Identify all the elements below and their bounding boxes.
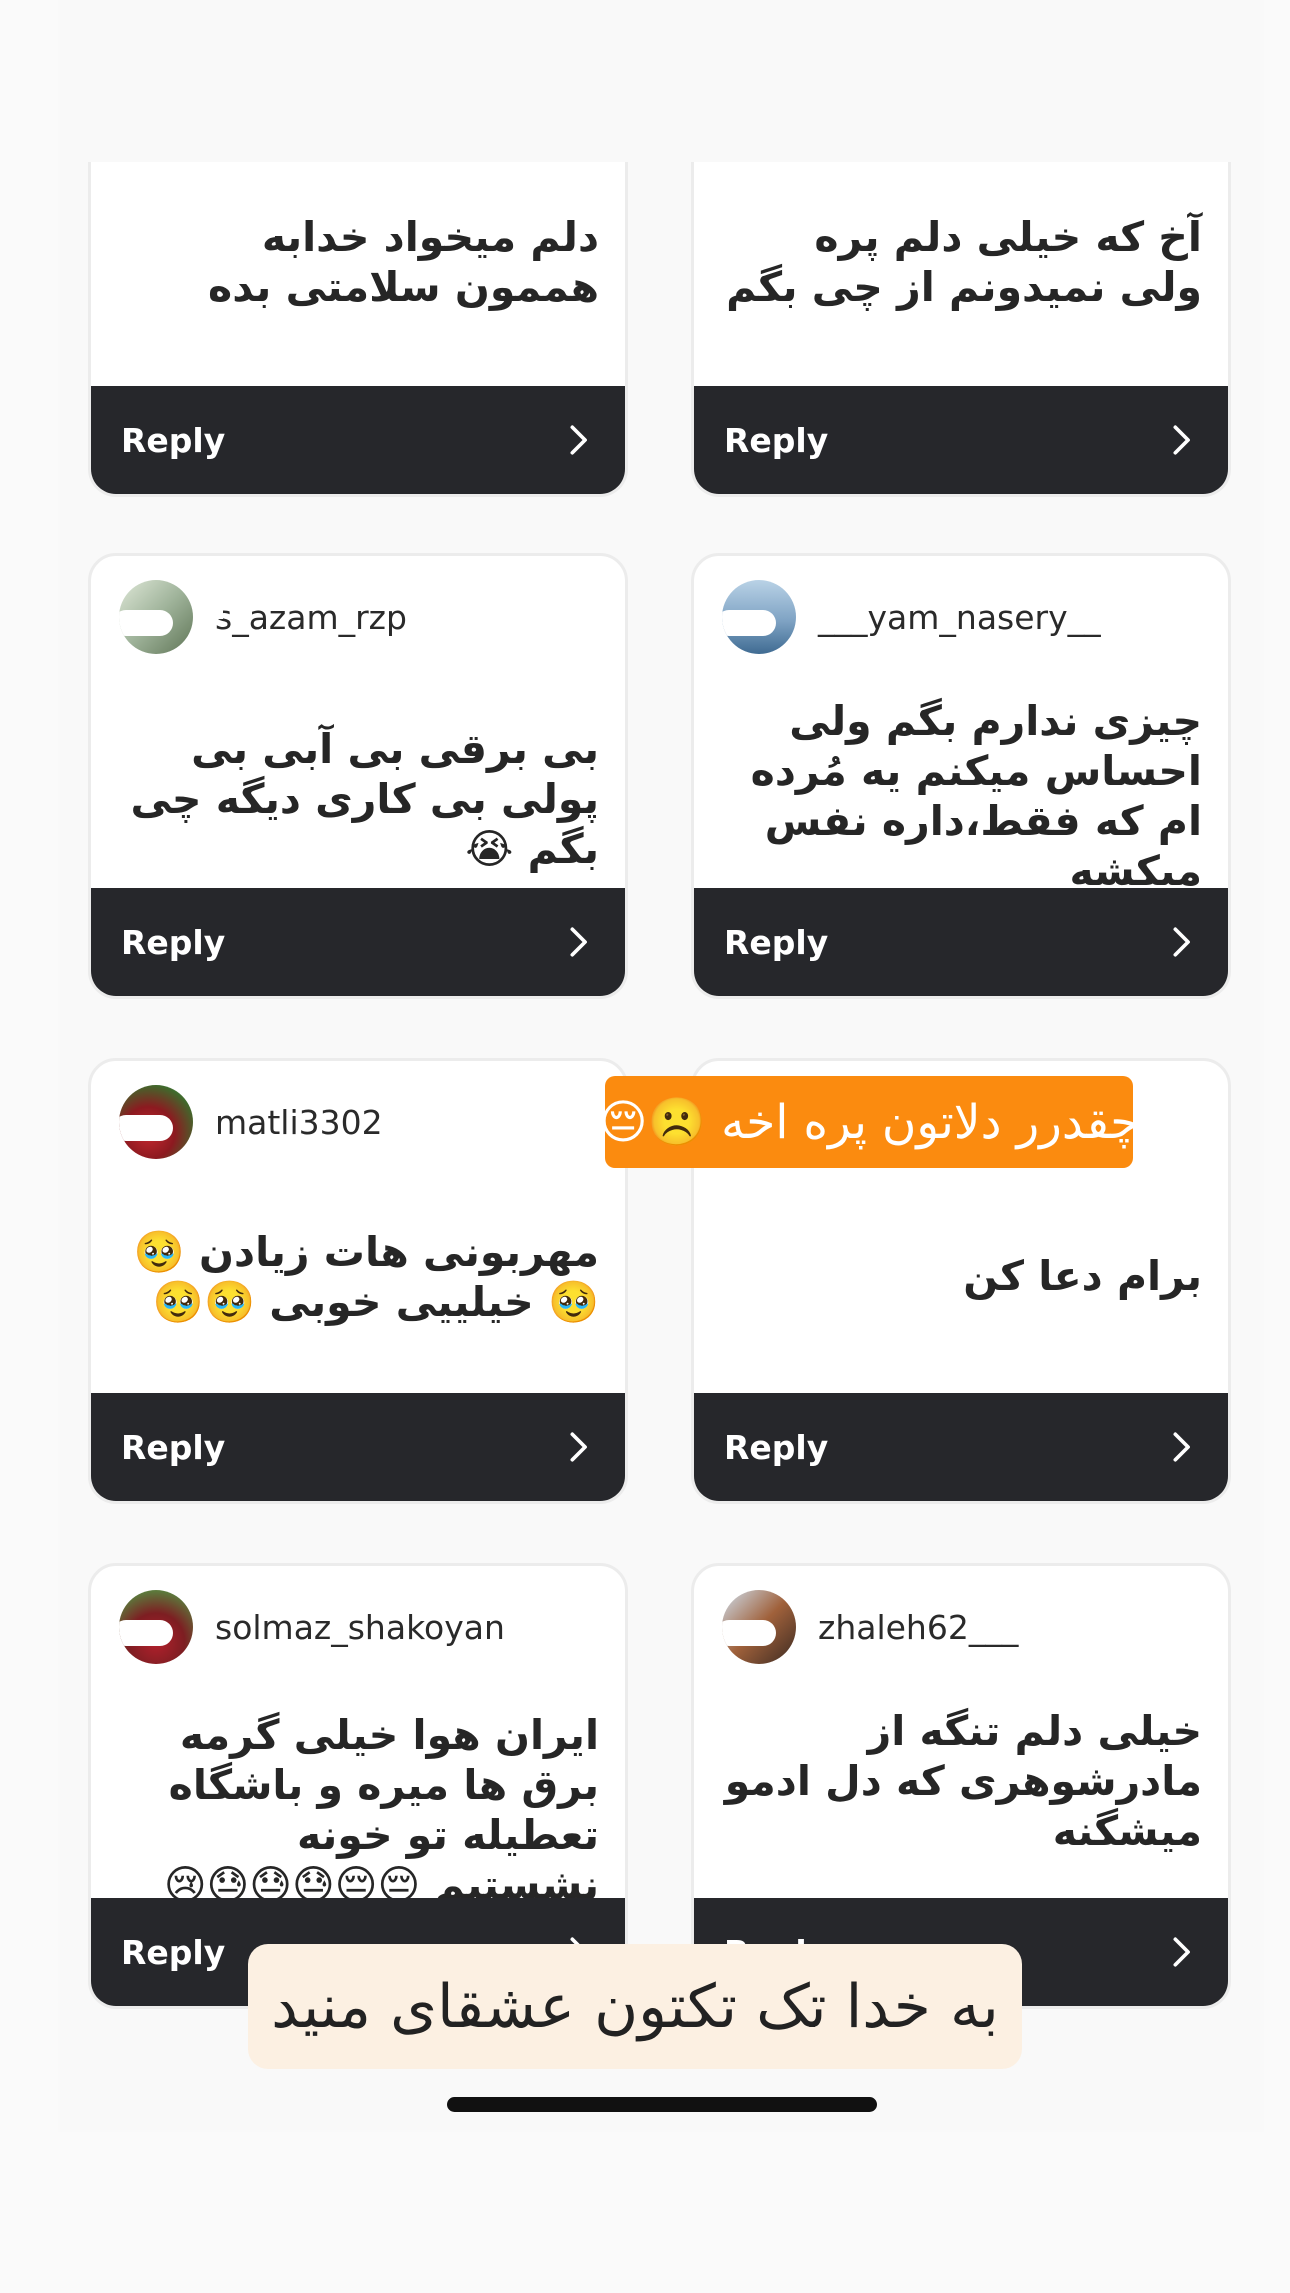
user-avatar[interactable] <box>722 1590 796 1664</box>
chevron-right-icon <box>570 425 587 455</box>
reply-label: Reply <box>724 1427 829 1467</box>
username: matli3302 <box>215 1102 383 1142</box>
user-avatar[interactable] <box>722 580 796 654</box>
card-message: چیزی ندارم بگم ولی احساس میکنم یه مُرده … <box>750 697 1202 895</box>
question-card: matli3302 مهربونی هات زیادن 🥹🥹 خیلییی خو… <box>88 1058 628 1504</box>
card-message: مهربونی هات زیادن 🥹🥹 خیلییی خوبی 🥹🥹 <box>133 1228 599 1326</box>
chevron-right-icon <box>1173 425 1190 455</box>
card-user[interactable]: matli3302 <box>119 1085 383 1159</box>
user-avatar[interactable] <box>119 1085 193 1159</box>
card-message: آخ که خیلی دلم پره ولی نمیدونم از چی بگم <box>726 213 1202 311</box>
username: solmaz_shakoyan <box>215 1607 505 1647</box>
chevron-right-icon <box>1173 1937 1190 1967</box>
question-card: zhaleh62___ خیلی دلم تنگه از مادرشوهری ک… <box>691 1563 1231 2009</box>
chevron-right-icon <box>1173 1432 1190 1462</box>
reply-label: Reply <box>121 922 226 962</box>
username: s_azam_rzp <box>205 596 407 634</box>
reply-button[interactable]: Reply <box>91 386 625 494</box>
question-card: ___yam_nasery__ چیزی ندارم بگم ولی احساس… <box>691 553 1231 999</box>
reply-label: Reply <box>121 1427 226 1467</box>
question-card: s_azam_rzp بی برقی بی آبی بی پولی بی کار… <box>88 553 628 999</box>
user-avatar[interactable] <box>119 580 193 654</box>
user-avatar[interactable] <box>119 1590 193 1664</box>
reply-button[interactable]: Reply <box>91 1393 625 1501</box>
reply-button[interactable]: Reply <box>91 888 625 996</box>
chevron-right-icon <box>570 927 587 957</box>
reply-label: Reply <box>724 922 829 962</box>
card-user[interactable]: ___yam_nasery__ <box>722 580 1101 654</box>
card-message: خیلی دلم تنگه از مادرشوهری که دل ادمو می… <box>724 1707 1202 1855</box>
reply-label: Reply <box>121 420 226 460</box>
card-message: ایران هوا خیلی گرمه برق ها میره و باشگاه… <box>163 1711 599 1909</box>
reply-button[interactable]: Reply <box>694 386 1228 494</box>
question-card: آخ که خیلی دلم پره ولی نمیدونم از چی بگم… <box>691 162 1231 497</box>
story-canvas: دلم میخواد خدابه هممون سلامتی بده Reply … <box>58 0 1264 2132</box>
reply-label: Reply <box>121 1932 226 1972</box>
reply-button[interactable]: Reply <box>694 1393 1228 1501</box>
card-user[interactable]: solmaz_shakoyan <box>119 1590 505 1664</box>
home-indicator[interactable] <box>447 2097 877 2112</box>
chevron-right-icon <box>1173 927 1190 957</box>
card-message: برام دعا کن <box>963 1252 1202 1300</box>
reply-button[interactable]: Reply <box>694 888 1228 996</box>
question-card: دلم میخواد خدابه هممون سلامتی بده Reply <box>88 162 628 497</box>
text-sticker-cream[interactable]: به خدا تک تکتون عشقای منید <box>248 1944 1022 2069</box>
card-message: بی برقی بی آبی بی پولی بی کاری دیگه چی ب… <box>130 725 599 873</box>
card-user[interactable]: s_azam_rzp <box>119 580 407 654</box>
card-message: دلم میخواد خدابه هممون سلامتی بده <box>208 213 599 311</box>
card-user[interactable]: zhaleh62___ <box>722 1590 1018 1664</box>
username: zhaleh62___ <box>818 1607 1019 1647</box>
text-sticker-orange[interactable]: چقدرر دلاتون پره اخه ☹️😔 <box>599 1076 1139 1168</box>
username: ___yam_nasery__ <box>818 597 1101 637</box>
chevron-right-icon <box>570 1432 587 1462</box>
question-card: solmaz_shakoyan ایران هوا خیلی گرمه برق … <box>88 1563 628 2009</box>
reply-label: Reply <box>724 420 829 460</box>
